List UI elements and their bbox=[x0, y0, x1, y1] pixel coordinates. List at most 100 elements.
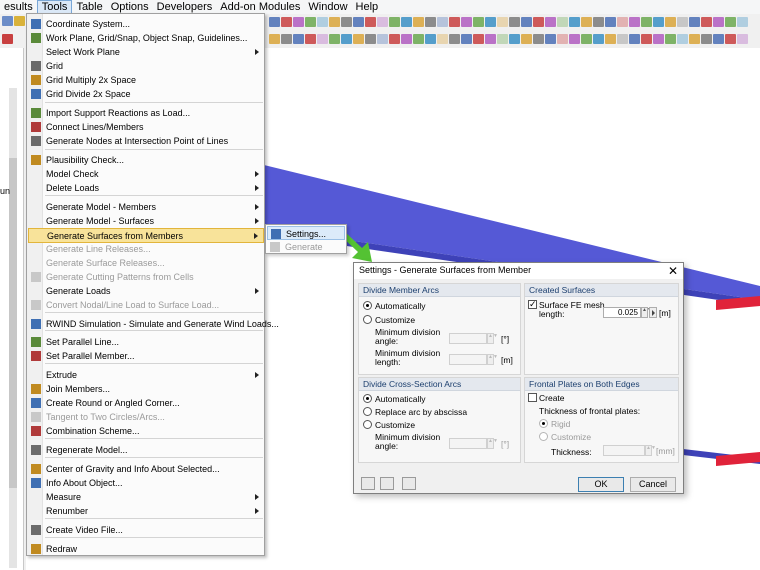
toolbar-button-icon[interactable] bbox=[425, 17, 436, 27]
toolbar-button-icon[interactable] bbox=[605, 17, 616, 27]
menu-item[interactable]: Generate Surface Releases... bbox=[28, 256, 264, 270]
menu-item[interactable]: Delete Loads bbox=[28, 181, 264, 195]
menu-developers[interactable]: Developers bbox=[153, 0, 217, 14]
toolbar-button-icon[interactable] bbox=[689, 17, 700, 27]
toolbar-button-icon[interactable] bbox=[269, 34, 280, 44]
toolbar-button-icon[interactable] bbox=[485, 34, 496, 44]
toolbar-button-icon[interactable] bbox=[437, 34, 448, 44]
toolbar-button-icon[interactable] bbox=[317, 17, 328, 27]
close-panel-icon[interactable] bbox=[2, 34, 13, 44]
toolbar-button-icon[interactable] bbox=[665, 17, 676, 27]
toolbar-button-icon[interactable] bbox=[629, 34, 640, 44]
toolbar-button-icon[interactable] bbox=[665, 34, 676, 44]
toolbar-button-icon[interactable] bbox=[617, 17, 628, 27]
menu-tools[interactable]: Tools bbox=[36, 0, 73, 14]
menu-table[interactable]: Table bbox=[72, 0, 106, 14]
menu-item[interactable]: Renumber bbox=[28, 504, 264, 518]
surface-fe-mesh-checkbox[interactable] bbox=[528, 298, 537, 310]
toolbar-button-icon[interactable] bbox=[353, 34, 364, 44]
menu-item[interactable]: Convert Nodal/Line Load to Surface Load.… bbox=[28, 298, 264, 312]
toolbar-button-icon[interactable] bbox=[293, 34, 304, 44]
member-arcs-customize-radio[interactable] bbox=[363, 315, 372, 324]
toolbar-button-icon[interactable] bbox=[401, 17, 412, 27]
help-icon[interactable] bbox=[361, 477, 375, 490]
cancel-button[interactable]: Cancel bbox=[630, 477, 676, 492]
thickness-spinner[interactable]: ▲▼ bbox=[645, 445, 656, 456]
menu-window[interactable]: Window bbox=[304, 0, 351, 14]
toolbar-button-icon[interactable] bbox=[473, 34, 484, 44]
toolbar-button-icon[interactable] bbox=[737, 34, 748, 44]
toolbar-button-icon[interactable] bbox=[305, 17, 316, 27]
toolbar-button-icon[interactable] bbox=[317, 34, 328, 44]
menu-item[interactable]: Generate Surfaces from Members bbox=[28, 228, 264, 243]
toolbar-button-icon[interactable] bbox=[653, 17, 664, 27]
menu-item[interactable]: Generate Line Releases... bbox=[28, 242, 264, 256]
fe-mesh-unit-button[interactable] bbox=[649, 307, 657, 318]
ok-button[interactable]: OK bbox=[578, 477, 624, 492]
toolbar-button-icon[interactable] bbox=[305, 34, 316, 44]
fe-mesh-length-field[interactable]: 0.025 bbox=[603, 307, 641, 318]
toolbar-button-icon[interactable] bbox=[545, 34, 556, 44]
toolbar-button-icon[interactable] bbox=[281, 34, 292, 44]
cs-min-angle-field[interactable] bbox=[449, 438, 487, 449]
toolbar-button-icon[interactable] bbox=[545, 17, 556, 27]
fe-mesh-length-spinner[interactable]: ▲▼ bbox=[641, 307, 652, 318]
menu-item[interactable]: Grid Multiply 2x Space bbox=[28, 73, 264, 87]
toolbar-button-icon[interactable] bbox=[365, 34, 376, 44]
toolbar-button-icon[interactable] bbox=[497, 34, 508, 44]
toolbar-button-icon[interactable] bbox=[521, 17, 532, 27]
menu-item[interactable]: Work Plane, Grid/Snap, Object Snap, Guid… bbox=[28, 31, 264, 45]
menu-item[interactable]: Extrude bbox=[28, 368, 264, 382]
toolbar-button-icon[interactable] bbox=[653, 34, 664, 44]
toolbar-button-icon[interactable] bbox=[701, 34, 712, 44]
menu-item[interactable]: Generate Model - Members bbox=[28, 200, 264, 214]
menu-item[interactable]: Center of Gravity and Info About Selecte… bbox=[28, 462, 264, 476]
toolbar-button-icon[interactable] bbox=[329, 17, 340, 27]
toolbar-button-icon[interactable] bbox=[413, 34, 424, 44]
menu-options[interactable]: Options bbox=[107, 0, 153, 14]
scroll-thumb[interactable] bbox=[9, 158, 17, 488]
toolbar-button-icon[interactable] bbox=[641, 34, 652, 44]
toolbar-button-icon[interactable] bbox=[437, 17, 448, 27]
menu-item[interactable]: Model Check bbox=[28, 167, 264, 181]
menu-item[interactable]: Set Parallel Member... bbox=[28, 349, 264, 363]
rigid-radio[interactable] bbox=[539, 419, 548, 428]
toolbar-button-icon[interactable] bbox=[509, 17, 520, 27]
toolbar-button-icon[interactable] bbox=[689, 34, 700, 44]
toolbar-button-icon[interactable] bbox=[641, 17, 652, 27]
toolbar-button-icon[interactable] bbox=[389, 34, 400, 44]
toolbar-button-icon[interactable] bbox=[461, 17, 472, 27]
cs-arcs-automatically-radio[interactable] bbox=[363, 394, 372, 403]
toolbar-button-icon[interactable] bbox=[389, 17, 400, 27]
toolbar-button-icon[interactable] bbox=[581, 34, 592, 44]
menu-item[interactable]: Create Video File... bbox=[28, 523, 264, 537]
cs-min-angle-spinner[interactable]: ▲▼ bbox=[487, 438, 498, 449]
menu-help[interactable]: Help bbox=[352, 0, 383, 14]
menu-item[interactable]: Combination Scheme... bbox=[28, 424, 264, 438]
load-defaults-icon[interactable] bbox=[380, 477, 394, 490]
menu-item[interactable]: Info About Object... bbox=[28, 476, 264, 490]
menu-item[interactable]: Generate Model - Surfaces bbox=[28, 214, 264, 228]
toolbar-button-icon[interactable] bbox=[677, 34, 688, 44]
toolbar-button-icon[interactable] bbox=[713, 34, 724, 44]
zoom-icon[interactable] bbox=[14, 16, 25, 26]
member-arcs-automatically-radio[interactable] bbox=[363, 301, 372, 310]
toolbar-button-icon[interactable] bbox=[473, 17, 484, 27]
toolbar-button-icon[interactable] bbox=[581, 17, 592, 27]
toolbar-button-icon[interactable] bbox=[677, 17, 688, 27]
toolbar-button-icon[interactable] bbox=[521, 34, 532, 44]
member-arcs-customize-label[interactable]: Customize bbox=[375, 315, 415, 325]
menu-item[interactable]: Measure bbox=[28, 490, 264, 504]
toolbar-button-icon[interactable] bbox=[701, 17, 712, 27]
menu-item[interactable]: Create Round or Angled Corner... bbox=[28, 396, 264, 410]
menu-item[interactable]: RWIND Simulation - Simulate and Generate… bbox=[28, 317, 279, 331]
toolbar-button-icon[interactable] bbox=[725, 17, 736, 27]
toolbar-button-icon[interactable] bbox=[413, 17, 424, 27]
menu-item[interactable]: Coordinate System... bbox=[28, 17, 264, 31]
menu-item[interactable]: Set Parallel Line... bbox=[28, 335, 264, 349]
toolbar-button-icon[interactable] bbox=[329, 34, 340, 44]
cs-arcs-automatically-label[interactable]: Automatically bbox=[375, 394, 426, 404]
rigid-label[interactable]: Rigid bbox=[551, 419, 570, 429]
toolbar-button-icon[interactable] bbox=[377, 34, 388, 44]
member-min-angle-field[interactable] bbox=[449, 333, 487, 344]
